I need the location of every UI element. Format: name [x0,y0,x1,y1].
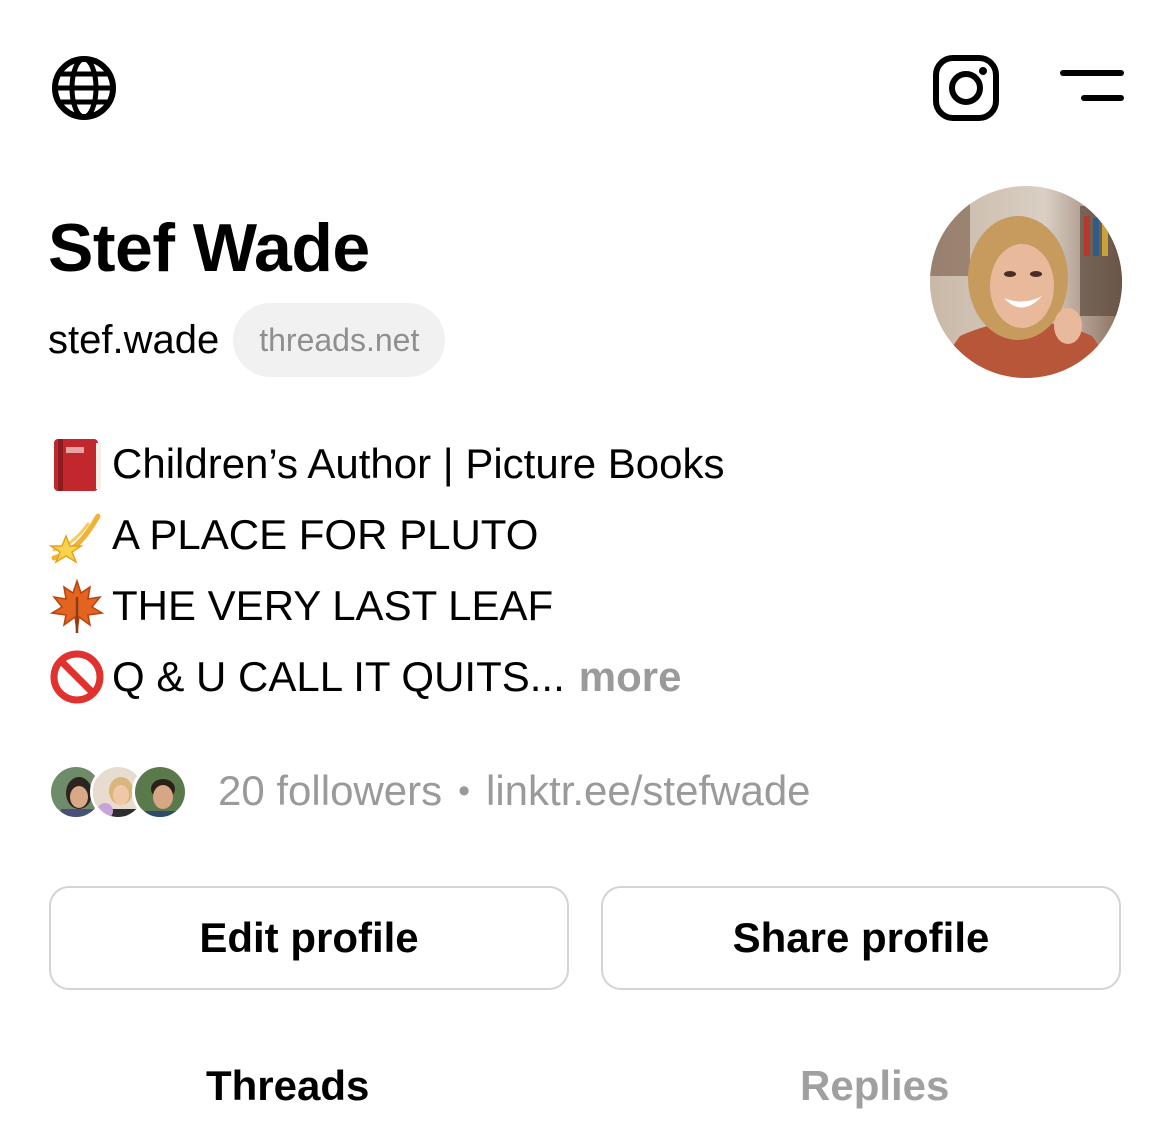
bio-line-text: Q & U CALL IT QUITS... [112,652,565,700]
bio-line: THE VERY LAST LEAF [48,570,948,641]
red-book-icon [54,438,101,491]
threads-domain-badge[interactable]: threads.net [233,303,446,377]
maple-leaf-icon [49,578,105,633]
bio-line: Children’s Author | Picture Books [48,428,948,499]
profile-handle: stef.wade [48,318,220,362]
follower-avatars[interactable] [48,762,188,820]
menu-icon[interactable] [1060,66,1124,106]
bio-line: A PLACE FOR PLUTO [48,499,948,570]
edit-profile-button[interactable]: Edit profile [49,886,569,990]
bio-more-link[interactable]: more [579,653,682,701]
meta-row: 20 followers • linktr.ee/stefwade [48,760,811,822]
prohibited-icon [50,650,104,703]
bio-line-text: THE VERY LAST LEAF [112,581,554,629]
tab-threads[interactable]: Threads [206,1062,369,1110]
instagram-icon[interactable] [932,54,1000,122]
follower-avatar [132,764,188,820]
globe-icon[interactable] [50,54,118,122]
profile-tabs: Threads Replies [0,1050,1170,1138]
profile-avatar[interactable] [930,186,1122,378]
share-profile-button[interactable]: Share profile [601,886,1121,990]
profile-link[interactable]: linktr.ee/stefwade [486,767,811,815]
top-bar [0,0,1170,170]
profile-name: Stef Wade [48,210,370,286]
bio: Children’s Author | Picture Books A PLAC… [48,428,948,712]
followers-count[interactable]: 20 followers [218,767,442,815]
bio-line-text: Children’s Author | Picture Books [112,439,725,487]
dizzy-star-icon [48,513,101,564]
tab-replies[interactable]: Replies [800,1062,949,1110]
avatar-photo [930,186,1122,378]
bio-line: Q & U CALL IT QUITS... more [48,641,948,712]
meta-separator: • [458,771,471,810]
bio-line-text: A PLACE FOR PLUTO [112,510,539,558]
handle-row: stef.wade threads.net [48,302,446,378]
